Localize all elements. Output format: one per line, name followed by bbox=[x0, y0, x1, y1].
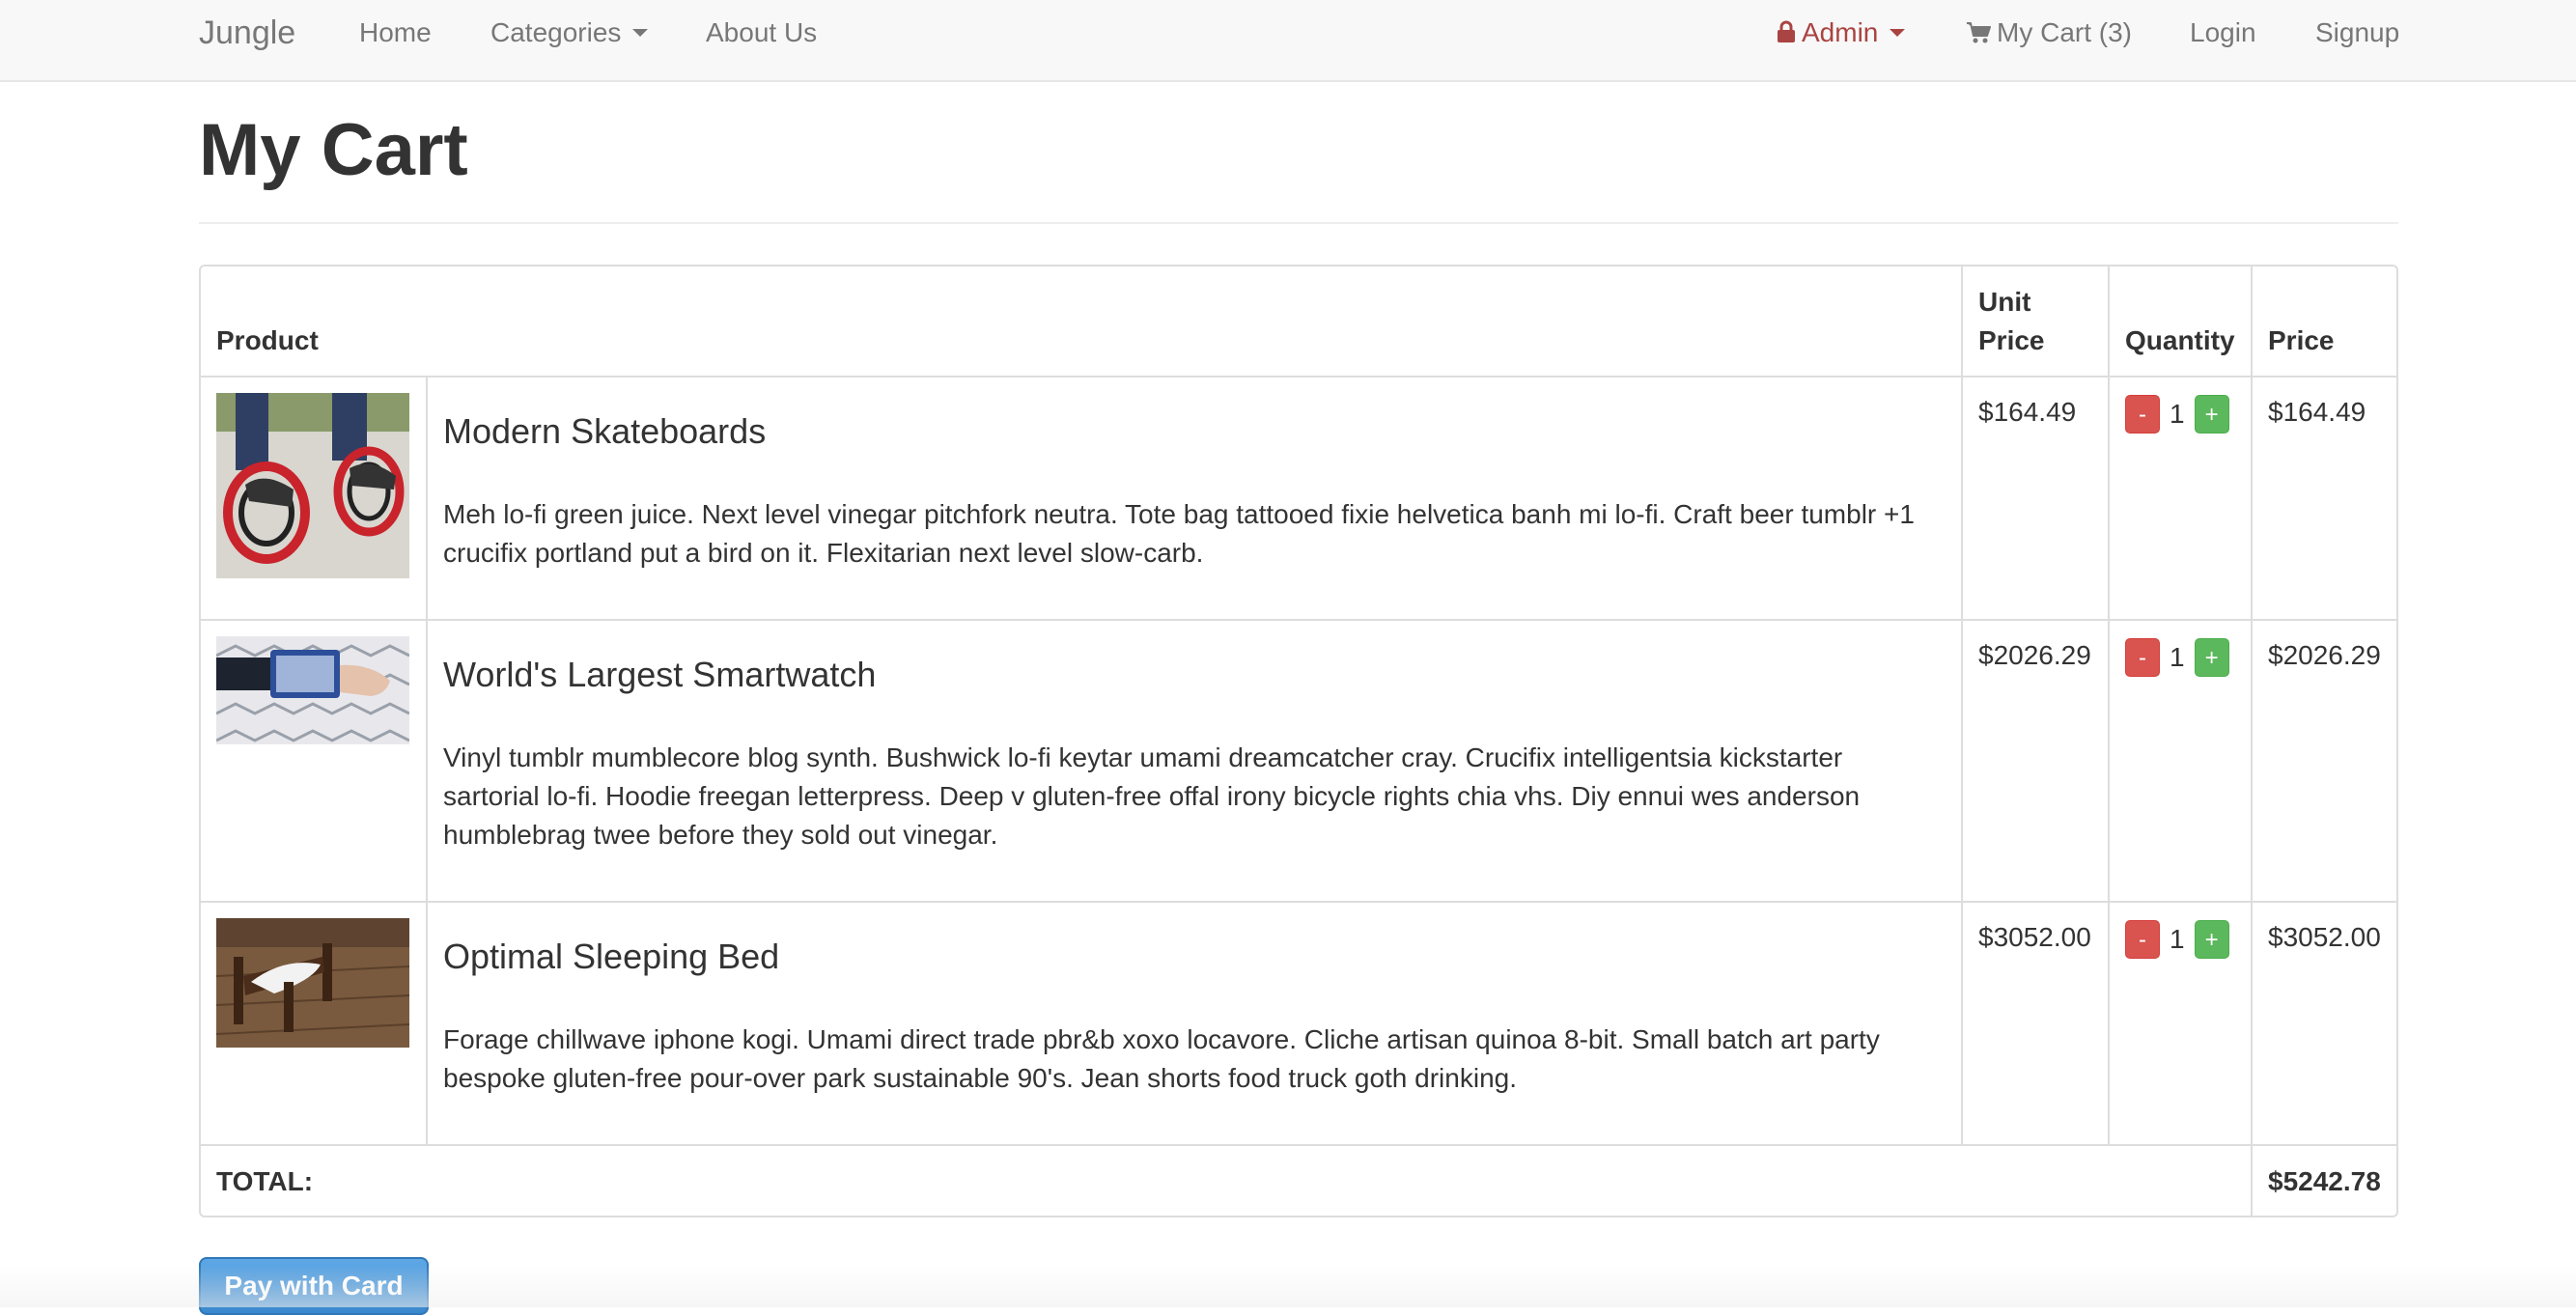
header-quantity: Quantity bbox=[2108, 266, 2253, 378]
navbar: Jungle Home Categories About Us Admin My… bbox=[0, 0, 2576, 82]
title-divider bbox=[199, 222, 2398, 224]
product-image-skateboards bbox=[216, 393, 409, 578]
pay-with-card-button[interactable]: Pay with Card bbox=[199, 1257, 429, 1315]
quantity-value: 1 bbox=[2170, 642, 2185, 672]
product-image-cell bbox=[201, 901, 428, 1146]
increase-quantity-button[interactable]: + bbox=[2194, 395, 2229, 434]
quantity-cell: - 1 + bbox=[2108, 619, 2253, 903]
nav-admin-label: Admin bbox=[1802, 17, 1879, 47]
product-info-cell: Modern Skateboards Meh lo-fi green juice… bbox=[426, 376, 1963, 621]
product-name: Modern Skateboards bbox=[443, 411, 767, 451]
increase-quantity-button[interactable]: + bbox=[2194, 638, 2229, 677]
header-unit-price: Unit Price bbox=[1961, 266, 2110, 378]
brand-link[interactable]: Jungle bbox=[199, 0, 295, 66]
quantity-stepper: - 1 + bbox=[2125, 395, 2235, 434]
header-price: Price bbox=[2251, 266, 2396, 378]
product-name: Optimal Sleeping Bed bbox=[443, 937, 780, 976]
caret-down-icon bbox=[632, 28, 649, 37]
unit-price: $164.49 bbox=[1961, 376, 2110, 621]
product-image-cell bbox=[201, 619, 428, 903]
quantity-cell: - 1 + bbox=[2108, 901, 2253, 1146]
nav-cart[interactable]: My Cart (3) bbox=[1966, 0, 2132, 66]
cart-icon bbox=[1967, 22, 1991, 43]
nav-categories[interactable]: Categories bbox=[490, 0, 649, 66]
line-price: $3052.00 bbox=[2251, 901, 2396, 1146]
decrease-quantity-button[interactable]: - bbox=[2125, 638, 2160, 677]
header-product: Product bbox=[201, 266, 1963, 378]
product-image-smartwatch bbox=[216, 636, 409, 744]
table-row: Modern Skateboards Meh lo-fi green juice… bbox=[201, 376, 2396, 621]
product-info-cell: Optimal Sleeping Bed Forage chillwave ip… bbox=[426, 901, 1963, 1146]
nav-admin[interactable]: Admin bbox=[1777, 0, 1906, 66]
decrease-quantity-button[interactable]: - bbox=[2125, 395, 2160, 434]
table-row: Optimal Sleeping Bed Forage chillwave ip… bbox=[201, 901, 2396, 1146]
nav-home[interactable]: Home bbox=[359, 0, 432, 66]
total-label: TOTAL: bbox=[201, 1144, 2253, 1216]
nav-signup[interactable]: Signup bbox=[2315, 0, 2399, 66]
product-image-bed bbox=[216, 918, 409, 1048]
product-description: Forage chillwave iphone kogi. Umami dire… bbox=[443, 1024, 1880, 1093]
unit-price: $3052.00 bbox=[1961, 901, 2110, 1146]
caret-down-icon bbox=[1890, 28, 1906, 37]
product-image-cell bbox=[201, 376, 428, 621]
quantity-cell: - 1 + bbox=[2108, 376, 2253, 621]
quantity-value: 1 bbox=[2170, 399, 2185, 429]
nav-login[interactable]: Login bbox=[2190, 0, 2256, 66]
decrease-quantity-button[interactable]: - bbox=[2125, 920, 2160, 959]
table-row: World's Largest Smartwatch Vinyl tumblr … bbox=[201, 619, 2396, 903]
nav-cart-label: My Cart (3) bbox=[1997, 17, 2132, 47]
table-header-row: Product Unit Price Quantity Price bbox=[201, 266, 2396, 378]
total-row: TOTAL: $5242.78 bbox=[201, 1144, 2396, 1216]
cart-table: Product Unit Price Quantity Price Modern… bbox=[201, 266, 2396, 1216]
unit-price: $2026.29 bbox=[1961, 619, 2110, 903]
product-info-cell: World's Largest Smartwatch Vinyl tumblr … bbox=[426, 619, 1963, 903]
line-price: $2026.29 bbox=[2251, 619, 2396, 903]
page-title: My Cart bbox=[199, 109, 468, 191]
product-description: Vinyl tumblr mumblecore blog synth. Bush… bbox=[443, 742, 1861, 850]
product-name: World's Largest Smartwatch bbox=[443, 655, 877, 694]
increase-quantity-button[interactable]: + bbox=[2194, 920, 2229, 959]
product-description: Meh lo-fi green juice. Next level vinega… bbox=[443, 499, 1915, 568]
line-price: $164.49 bbox=[2251, 376, 2396, 621]
quantity-stepper: - 1 + bbox=[2125, 638, 2235, 677]
quantity-stepper: - 1 + bbox=[2125, 920, 2235, 959]
lock-icon bbox=[1778, 20, 1795, 42]
nav-about[interactable]: About Us bbox=[706, 0, 817, 66]
nav-categories-label: Categories bbox=[490, 17, 622, 47]
total-value: $5242.78 bbox=[2251, 1144, 2396, 1216]
cart-panel: Product Unit Price Quantity Price Modern… bbox=[199, 265, 2398, 1217]
quantity-value: 1 bbox=[2170, 924, 2185, 954]
